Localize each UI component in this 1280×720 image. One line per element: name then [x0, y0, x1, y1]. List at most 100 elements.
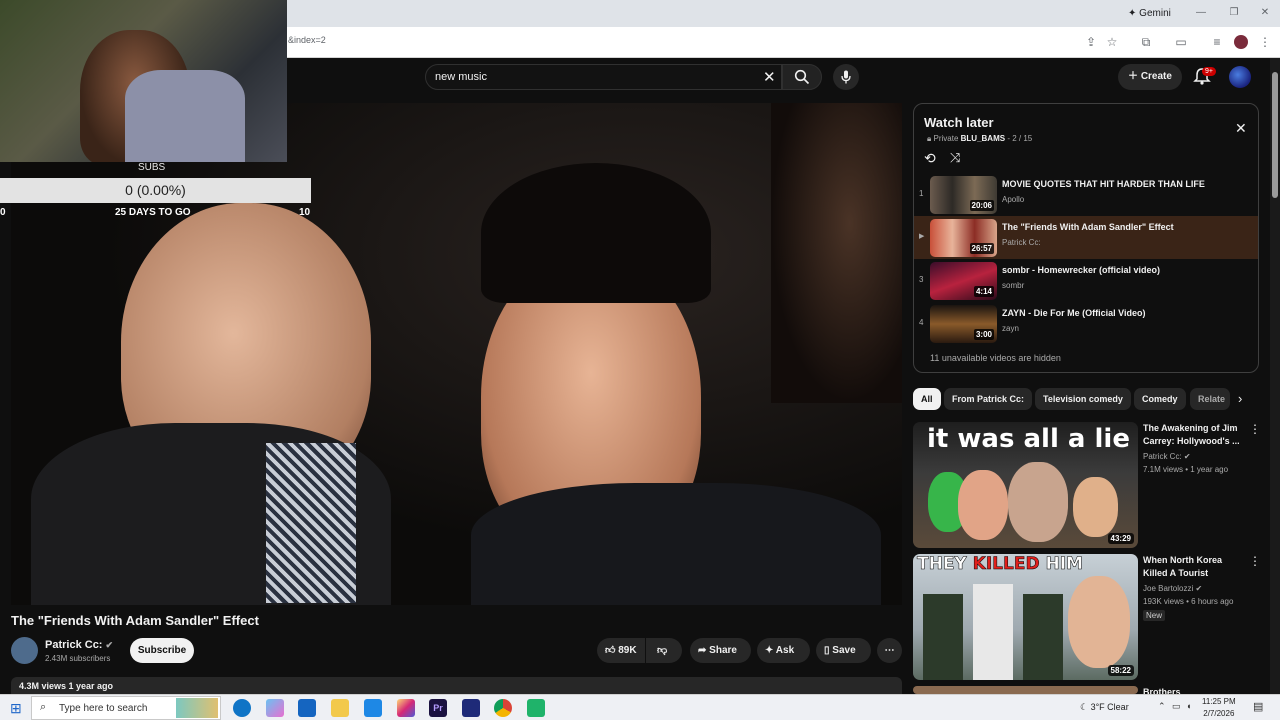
- chip-comedy[interactable]: Comedy: [1134, 388, 1186, 410]
- chrome-menu-icon[interactable]: ⋮: [1257, 34, 1273, 50]
- playlist-thumbnail: 20:06: [930, 176, 997, 214]
- gemini-button[interactable]: ✦ Gemini: [1120, 5, 1179, 23]
- thumb-face: [1068, 576, 1130, 668]
- channel-avatar[interactable]: [11, 637, 38, 664]
- install-app-icon[interactable]: ⇪: [1083, 34, 1099, 50]
- cast-icon[interactable]: ▭: [1173, 34, 1189, 50]
- webcam-overlay: [0, 0, 287, 162]
- notification-count-badge: 9+: [1202, 67, 1216, 76]
- recommendation-item[interactable]: Brothers: [913, 686, 1255, 694]
- search-highlight-icon: [176, 698, 218, 718]
- thumb-figure: [1023, 594, 1063, 680]
- outlook-icon[interactable]: [298, 699, 316, 717]
- recommendation-channel: Joe Bartolozzi ✔: [1143, 584, 1203, 593]
- thumbs-up-icon: 👍︎: [605, 645, 616, 656]
- store-icon[interactable]: [364, 699, 382, 717]
- share-button[interactable]: ➦ Share: [690, 638, 751, 663]
- playlist-item[interactable]: 3 4:14 sombr - Homewrecker (official vid…: [914, 259, 1258, 302]
- instagram-icon[interactable]: [397, 699, 415, 717]
- verified-icon: ✔: [105, 640, 114, 650]
- app-icon[interactable]: [462, 699, 480, 717]
- recommendation-item[interactable]: it was all a lie 43:29 The Awakening of …: [913, 422, 1261, 548]
- new-badge: New: [1143, 610, 1166, 621]
- hidden-videos-note: 11 unavailable videos are hidden: [930, 353, 1061, 363]
- premiere-icon[interactable]: Pr: [429, 699, 447, 717]
- chevron-right-icon[interactable]: ›: [1238, 391, 1242, 406]
- recommendation-title: The Awakening of Jim Carrey: Hollywood's…: [1143, 423, 1240, 446]
- subs-label: SUBS: [138, 162, 166, 173]
- thumb-figure: [973, 584, 1013, 680]
- bookmark-star-icon[interactable]: ☆: [1104, 34, 1120, 50]
- chip-television-comedy[interactable]: Television comedy: [1035, 388, 1131, 410]
- account-avatar[interactable]: [1229, 66, 1251, 88]
- windows-start-icon[interactable]: ⊞: [10, 700, 22, 717]
- minimize-button[interactable]: —: [1193, 5, 1209, 21]
- sub-progress-bar: 0 (0.00%): [0, 178, 311, 203]
- file-explorer-icon[interactable]: [331, 699, 349, 717]
- create-button[interactable]: ＋ Create: [1118, 64, 1182, 90]
- tie: [266, 443, 356, 603]
- chip-related[interactable]: Relate: [1190, 388, 1230, 410]
- chip-from-channel[interactable]: From Patrick Cc:: [944, 388, 1033, 410]
- taskbar-clock[interactable]: 11:25 PM 2/7/2026: [1202, 696, 1236, 720]
- more-actions-button[interactable]: ⋯: [877, 638, 902, 663]
- playlist-item[interactable]: 1 20:06 MOVIE QUOTES THAT HIT HARDER THA…: [914, 173, 1258, 216]
- tray-chevron-icon[interactable]: ⌃: [1158, 701, 1166, 712]
- loop-icon[interactable]: ⟲: [924, 150, 936, 167]
- edge-icon[interactable]: [233, 699, 251, 717]
- url-text[interactable]: &index=2: [288, 35, 326, 45]
- plus-icon: ＋: [1128, 71, 1141, 82]
- windows-taskbar: ⊞ ⌕ Type here to search Pr ☾ 3°F Clear ⌃…: [0, 694, 1280, 720]
- verified-icon: ✔: [1183, 452, 1191, 461]
- playlist-title[interactable]: Watch later: [924, 115, 994, 130]
- profile-avatar[interactable]: [1234, 35, 1248, 49]
- recommendation-title: Brothers: [1143, 687, 1181, 694]
- volume-icon[interactable]: ◖: [1186, 701, 1191, 711]
- shirt-right: [471, 483, 881, 605]
- maximize-button[interactable]: ❐: [1226, 5, 1242, 21]
- video-title: The "Friends With Adam Sandler" Effect: [11, 613, 259, 628]
- streamer-hoodie: [125, 70, 245, 162]
- close-window-button[interactable]: ✕: [1257, 5, 1273, 21]
- weather-widget[interactable]: ☾ 3°F Clear: [1080, 702, 1129, 713]
- obs-icon[interactable]: [527, 699, 545, 717]
- now-playing-icon: ▶: [919, 233, 925, 240]
- more-options-icon[interactable]: ⋮: [1249, 422, 1261, 436]
- voice-search-button[interactable]: [833, 64, 859, 90]
- dislike-button[interactable]: 👎︎: [646, 638, 682, 663]
- network-icon[interactable]: ▭: [1172, 701, 1181, 712]
- reading-list-icon[interactable]: ≡: [1209, 34, 1225, 50]
- shuffle-icon[interactable]: ⤨: [950, 150, 960, 166]
- thumb-face: [958, 470, 1008, 540]
- subscribe-button[interactable]: Subscribe: [130, 638, 194, 663]
- playlist-owner[interactable]: BLU_BAMS: [961, 134, 1005, 143]
- recommendation-title: When North Korea Killed A Tourist: [1143, 555, 1223, 578]
- playlist-item-current[interactable]: ▶ 26:57 The "Friends With Adam Sandler" …: [914, 216, 1258, 259]
- channel-name[interactable]: Patrick Cc: ✔: [45, 639, 113, 651]
- taskbar-search-input[interactable]: ⌕ Type here to search: [31, 696, 221, 720]
- playlist-thumbnail: 3:00: [930, 305, 997, 343]
- more-icon: ⋯: [884, 645, 895, 656]
- chrome-icon[interactable]: [494, 699, 512, 717]
- close-playlist-icon[interactable]: ✕: [1235, 120, 1247, 137]
- like-button[interactable]: 👍︎ 89K: [597, 638, 645, 663]
- playlist-item[interactable]: 4 3:00 ZAYN - Die For Me (Official Video…: [914, 302, 1258, 345]
- search-query[interactable]: new music: [435, 71, 487, 83]
- sub-goal-max: 10: [299, 207, 311, 218]
- search-input[interactable]: new music ✕: [425, 64, 782, 90]
- description-box[interactable]: 4.3M views 1 year ago: [11, 677, 902, 695]
- notification-center-icon[interactable]: ▤: [1253, 700, 1263, 713]
- extensions-icon[interactable]: ⧉: [1138, 34, 1154, 50]
- recommendation-item[interactable]: THEY KILLED HIM 58:22 When North Korea K…: [913, 554, 1261, 680]
- playlist-thumbnail: 26:57: [930, 219, 997, 257]
- search-button[interactable]: [782, 64, 822, 90]
- sub-goal-min: 0: [0, 207, 6, 218]
- clear-search-icon[interactable]: ✕: [763, 68, 776, 86]
- save-button[interactable]: ▯ Save: [816, 638, 871, 663]
- recommendation-meta: 193K views • 6 hours ago: [1143, 597, 1234, 606]
- copilot-icon[interactable]: [266, 699, 284, 717]
- more-options-icon[interactable]: ⋮: [1249, 554, 1261, 568]
- scrollbar-thumb[interactable]: [1272, 72, 1278, 198]
- ask-button[interactable]: ✦ Ask: [757, 638, 810, 663]
- chip-all[interactable]: All: [913, 388, 941, 410]
